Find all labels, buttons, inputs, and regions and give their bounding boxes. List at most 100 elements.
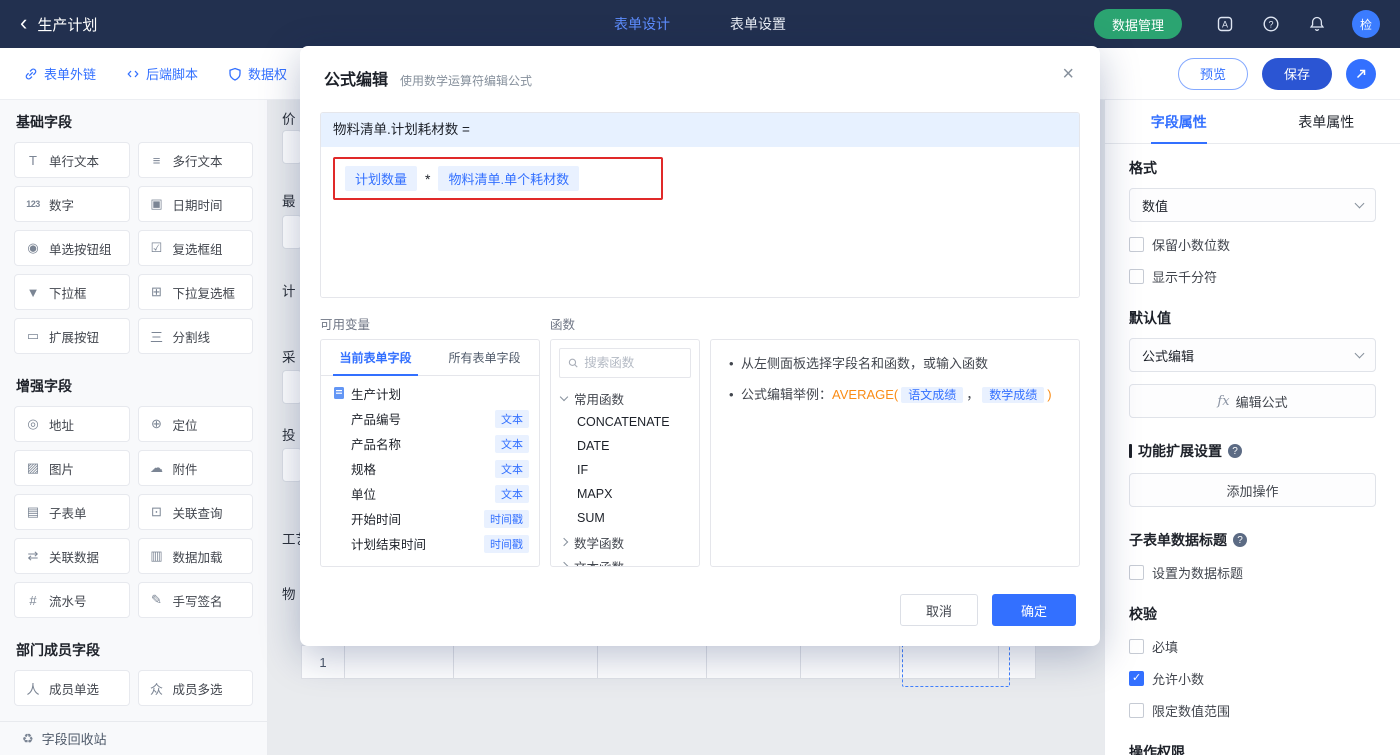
save-button[interactable]: 保存 — [1262, 57, 1332, 90]
field-image[interactable]: ▨ 图片 — [14, 450, 130, 486]
tab-form-settings[interactable]: 表单设置 — [730, 14, 786, 34]
preview-button[interactable]: 预览 — [1178, 57, 1248, 90]
add-action-button[interactable]: 添加操作 — [1129, 473, 1376, 507]
checkbox-box-checked[interactable] — [1129, 671, 1144, 686]
function-item[interactable]: SUM — [551, 506, 699, 530]
table-cell[interactable] — [706, 645, 801, 679]
field-address[interactable]: ◎ 地址 — [14, 406, 130, 442]
field-data-load[interactable]: ▥ 数据加载 — [137, 538, 253, 574]
field-datetime[interactable]: ▣ 日期时间 — [137, 186, 253, 222]
checkbox-box[interactable] — [1129, 269, 1144, 284]
field-member-single[interactable]: 人成员单选 — [14, 670, 130, 706]
field-multi-line-text[interactable]: ≡ 多行文本 — [137, 142, 253, 178]
table-cell[interactable] — [453, 645, 598, 679]
checkbox-keep-decimal-digits[interactable]: 保留小数位数 — [1129, 235, 1376, 254]
field-lookup-query[interactable]: ⊡ 关联查询 — [137, 494, 253, 530]
signature-icon: ✎ — [151, 592, 162, 607]
field-member-multi[interactable]: 众成员多选 — [137, 670, 253, 706]
confirm-button[interactable]: 确定 — [992, 594, 1076, 626]
function-group-common[interactable]: 常用函数 — [551, 386, 699, 410]
function-search[interactable] — [559, 348, 691, 378]
attachment-icon: ☁ — [150, 460, 163, 475]
search-input[interactable] — [584, 356, 682, 370]
edit-formula-button[interactable]: fx 编辑公式 — [1129, 384, 1376, 418]
tab-field-properties[interactable]: 字段属性 — [1105, 100, 1253, 143]
field-subform[interactable]: ▤ 子表单 — [14, 494, 130, 530]
formula-variable-chip[interactable]: 计划数量 — [345, 166, 418, 191]
field-linked-data[interactable]: ⇄ 关联数据 — [14, 538, 130, 574]
field-signature[interactable]: ✎ 手写签名 — [137, 582, 253, 618]
function-group-text[interactable]: 文本函数 — [551, 554, 699, 566]
field-multi-dropdown[interactable]: ⊞ 下拉复选框 — [137, 274, 253, 310]
tab-current-form-fields[interactable]: 当前表单字段 — [321, 340, 430, 376]
variable-row[interactable]: 产品编号 文本 — [321, 406, 539, 431]
checkbox-icon: ☑ — [150, 240, 163, 255]
field-label: 复选框组 — [172, 242, 223, 257]
variable-row[interactable]: 产品名称 文本 — [321, 431, 539, 456]
checkbox-allow-decimal[interactable]: 允许小数 — [1129, 669, 1376, 688]
table-cell[interactable] — [344, 645, 454, 679]
avatar[interactable]: 检 — [1352, 10, 1380, 38]
recycle-icon: ♻ — [22, 730, 34, 746]
checkbox-label: 保留小数位数 — [1152, 238, 1231, 253]
field-checkbox-group[interactable]: ☑ 复选框组 — [137, 230, 253, 266]
variable-row[interactable]: 规格 文本 — [321, 456, 539, 481]
back-icon[interactable]: ‹ — [20, 11, 27, 33]
translate-icon[interactable]: A — [1215, 14, 1235, 34]
field-recycle-bin[interactable]: ♻ 字段回收站 — [0, 721, 267, 755]
tab-all-form-fields[interactable]: 所有表单字段 — [430, 340, 539, 375]
tab-form-design[interactable]: 表单设计 — [614, 14, 670, 34]
formula-target: 物料清单.计划耗材数 = — [321, 113, 1079, 147]
default-value-select[interactable]: 公式编辑 — [1129, 338, 1376, 372]
field-radio-group[interactable]: ◉ 单选按钮组 — [14, 230, 130, 266]
formula-variable-chip[interactable]: 物料清单.单个耗材数 — [438, 166, 580, 191]
checkbox-box[interactable] — [1129, 237, 1144, 252]
form-external-link-button[interactable]: 表单外链 — [24, 64, 96, 83]
variable-row[interactable]: 开始时间 时间戳 — [321, 506, 539, 531]
field-serial-number[interactable]: # 流水号 — [14, 582, 130, 618]
location-icon: ⊕ — [151, 416, 162, 431]
close-icon[interactable]: × — [1062, 64, 1074, 84]
tab-form-properties[interactable]: 表单属性 — [1253, 100, 1400, 143]
backend-script-button[interactable]: 后端脚本 — [126, 64, 198, 83]
table-cell[interactable] — [800, 645, 900, 679]
formula-input-area[interactable]: 计划数量 * 物料清单.单个耗材数 — [321, 147, 1079, 297]
checkbox-box[interactable] — [1129, 565, 1144, 580]
help-icon[interactable]: ? — [1261, 14, 1281, 34]
field-dropdown[interactable]: ▼ 下拉框 — [14, 274, 130, 310]
cancel-button[interactable]: 取消 — [900, 594, 978, 626]
table-cell[interactable] — [597, 645, 707, 679]
format-select[interactable]: 数值 — [1129, 188, 1376, 222]
field-extend-button[interactable]: ▭ 扩展按钮 — [14, 318, 130, 354]
variable-row[interactable]: 单位 文本 — [321, 481, 539, 506]
field-number[interactable]: 123 数字 — [14, 186, 130, 222]
variable-name: 规格 — [351, 463, 377, 477]
bell-icon[interactable] — [1307, 14, 1327, 34]
checkbox-limit-range[interactable]: 限定数值范围 — [1129, 701, 1376, 720]
field-divider[interactable]: 三分割线 — [137, 318, 253, 354]
field-single-line-text[interactable]: T 单行文本 — [14, 142, 130, 178]
function-item[interactable]: IF — [551, 458, 699, 482]
dropdown-icon: ▼ — [26, 284, 40, 300]
function-item[interactable]: CONCATENATE — [551, 410, 699, 434]
default-value: 公式编辑 — [1142, 348, 1195, 364]
checkbox-set-data-title[interactable]: 设置为数据标题 — [1129, 563, 1376, 582]
checkbox-required[interactable]: 必填 — [1129, 637, 1376, 656]
field-attachment[interactable]: ☁ 附件 — [137, 450, 253, 486]
data-manage-button[interactable]: 数据管理 — [1093, 9, 1182, 39]
data-permission-button[interactable]: 数据权 — [228, 64, 287, 83]
function-item[interactable]: MAPX — [551, 482, 699, 506]
function-item[interactable]: DATE — [551, 434, 699, 458]
field-location[interactable]: ⊕ 定位 — [137, 406, 253, 442]
variable-row[interactable]: 计划结束时间 时间戳 — [321, 531, 539, 556]
help-icon[interactable] — [1228, 444, 1242, 458]
checkbox-box[interactable] — [1129, 703, 1144, 718]
formula-editor[interactable]: 物料清单.计划耗材数 = 计划数量 * 物料清单.单个耗材数 — [320, 112, 1080, 298]
member-single-icon: 人 — [26, 681, 40, 697]
help-icon[interactable] — [1233, 533, 1247, 547]
checkbox-thousand-separator[interactable]: 显示千分符 — [1129, 267, 1376, 286]
checkbox-box[interactable] — [1129, 639, 1144, 654]
variables-tree-root[interactable]: 生产计划 — [321, 380, 539, 406]
function-group-math[interactable]: 数学函数 — [551, 530, 699, 554]
share-button[interactable] — [1346, 58, 1376, 89]
